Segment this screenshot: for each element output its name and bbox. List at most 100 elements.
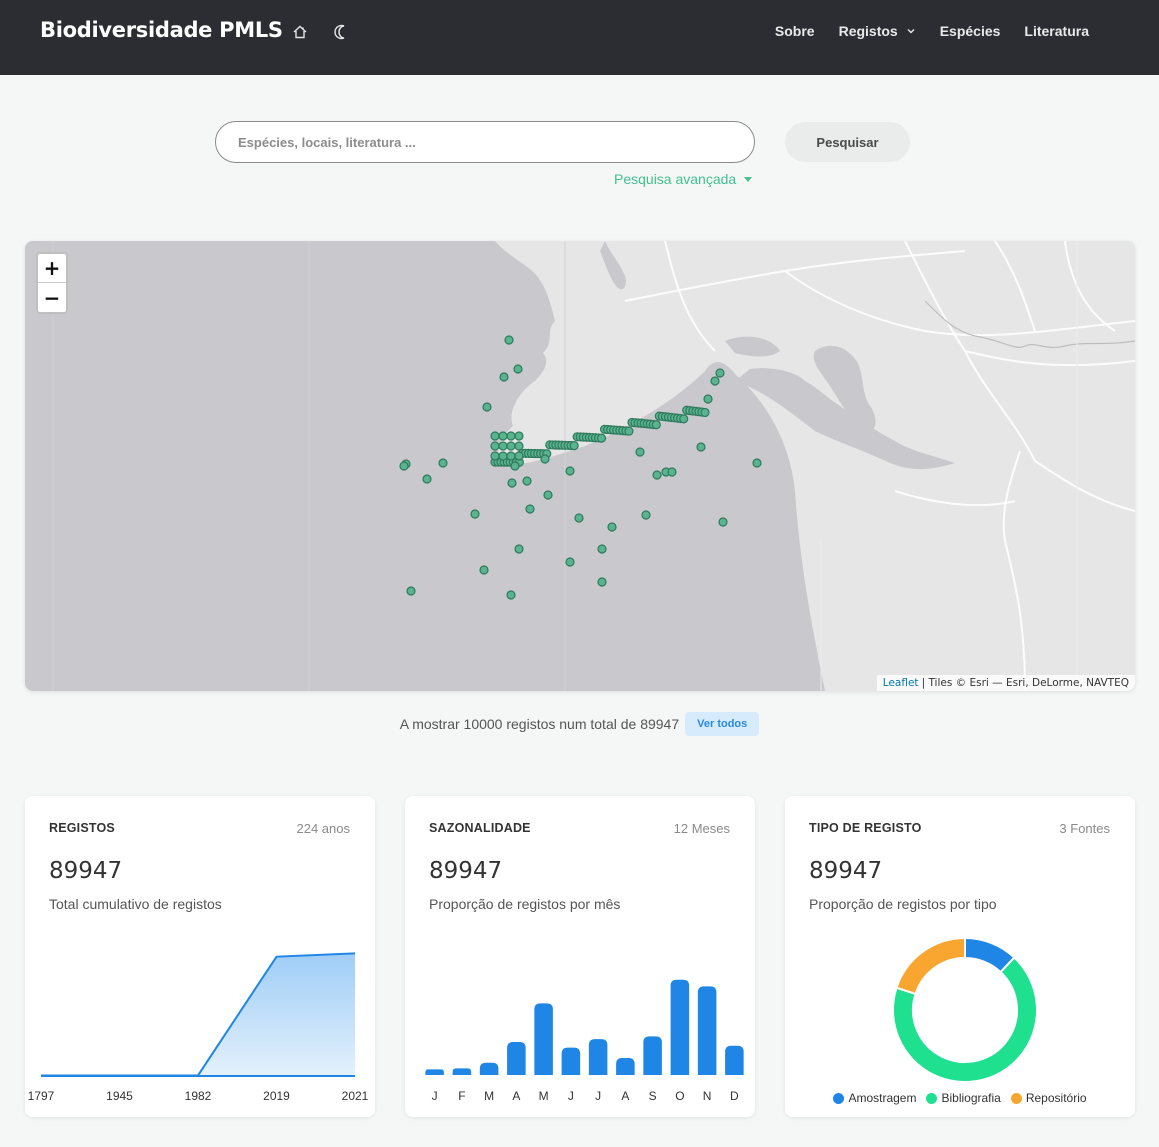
legend-item[interactable]: Bibliografia xyxy=(926,1091,1001,1105)
map-attribution: Leaflet | Tiles © Esri — Esri, DeLorme, … xyxy=(876,675,1135,691)
map-marker[interactable] xyxy=(574,513,584,523)
records-count-text: A mostrar 10000 registos num total de 89… xyxy=(399,716,680,732)
map[interactable]: + − Leaflet | Tiles © Esri — Esri, DeLor… xyxy=(25,241,1135,691)
view-all-button[interactable]: Ver todos xyxy=(685,712,760,736)
month-bar xyxy=(725,1045,744,1075)
legend-label: Amostragem xyxy=(848,1091,917,1105)
card-sazonalidade: SAZONALIDADE 12 Meses 89947 Proporção de… xyxy=(405,796,755,1117)
map-marker[interactable] xyxy=(506,590,516,600)
card-tipo-registo: TIPO DE REGISTO 3 Fontes 89947 Proporção… xyxy=(785,796,1135,1117)
donut-slice xyxy=(895,936,966,996)
nav-link-label: Literatura xyxy=(1024,23,1089,39)
map-marker[interactable] xyxy=(525,504,535,514)
nav-link-registos[interactable]: Registos xyxy=(839,23,916,39)
map-marker[interactable] xyxy=(498,431,508,441)
map-marker[interactable] xyxy=(514,431,524,441)
map-marker[interactable] xyxy=(406,586,416,596)
legend-item[interactable]: Repositório xyxy=(1010,1091,1087,1105)
month-bar xyxy=(561,1047,581,1075)
map-marker[interactable] xyxy=(718,517,728,527)
search-input[interactable] xyxy=(215,121,755,163)
map-marker[interactable] xyxy=(703,394,713,404)
map-marker[interactable] xyxy=(513,364,523,374)
map-marker[interactable] xyxy=(596,433,607,443)
map-marker[interactable] xyxy=(506,441,516,451)
map-marker[interactable] xyxy=(506,431,516,441)
map-marker[interactable] xyxy=(651,420,661,430)
cumulative-area-chart: 1797 1945 1982 2019 2021 xyxy=(28,952,369,1103)
map-marker[interactable] xyxy=(490,441,500,451)
month-bar xyxy=(507,1042,526,1075)
zoom-control: + − xyxy=(36,252,68,314)
map-marker[interactable] xyxy=(470,509,480,519)
map-marker[interactable] xyxy=(490,431,500,441)
map-marker[interactable] xyxy=(504,335,514,345)
map-marker[interactable] xyxy=(510,461,520,471)
map-marker[interactable] xyxy=(569,441,579,451)
map-marker[interactable] xyxy=(543,490,553,500)
map-marker[interactable] xyxy=(522,476,532,486)
map-marker[interactable] xyxy=(506,451,516,461)
x-tick-label: S xyxy=(649,1089,657,1103)
leaflet-link[interactable]: Leaflet xyxy=(883,677,919,689)
x-tick-label: N xyxy=(703,1089,712,1103)
map-marker[interactable] xyxy=(514,451,524,461)
caret-down-icon xyxy=(744,176,753,182)
x-tick-label: A xyxy=(512,1089,520,1103)
map-marker[interactable] xyxy=(514,544,524,554)
map-marker[interactable] xyxy=(540,454,550,464)
map-marker[interactable] xyxy=(710,376,720,386)
x-tick-label: 2021 xyxy=(342,1089,369,1103)
month-bar xyxy=(479,1062,499,1075)
map-marker[interactable] xyxy=(641,510,651,520)
map-marker[interactable] xyxy=(652,470,662,480)
nav-link-literatura[interactable]: Literatura xyxy=(1024,23,1089,39)
brand-title[interactable]: Biodiversidade PMLS xyxy=(40,18,283,42)
map-marker[interactable] xyxy=(696,442,706,452)
map-marker[interactable] xyxy=(752,458,762,468)
month-bar xyxy=(452,1068,472,1075)
map-marker[interactable] xyxy=(565,557,575,567)
x-tick-label: J xyxy=(568,1089,574,1103)
map-marker[interactable] xyxy=(479,565,489,575)
map-marker[interactable] xyxy=(399,461,409,471)
advanced-search-toggle[interactable]: Pesquisa avançada xyxy=(614,171,753,187)
nav-link-sobre[interactable]: Sobre xyxy=(775,23,815,39)
map-marker[interactable] xyxy=(514,441,524,451)
month-bar xyxy=(425,1069,444,1075)
monthly-bar-chart: JFMAMJJASOND xyxy=(425,979,744,1103)
map-marker[interactable] xyxy=(490,451,500,461)
map-marker[interactable] xyxy=(498,451,508,461)
search-button[interactable]: Pesquisar xyxy=(785,122,910,162)
moon-icon[interactable] xyxy=(332,22,352,42)
map-marker[interactable] xyxy=(597,577,607,587)
zoom-out-button[interactable]: − xyxy=(38,283,66,312)
map-marker[interactable] xyxy=(667,467,677,477)
map-marker[interactable] xyxy=(635,447,645,457)
type-donut-chart xyxy=(892,936,1038,1083)
advanced-search-label: Pesquisa avançada xyxy=(614,171,737,187)
map-marker[interactable] xyxy=(679,414,689,424)
legend-swatch xyxy=(1010,1092,1022,1104)
map-marker[interactable] xyxy=(700,407,710,418)
map-marker[interactable] xyxy=(482,402,492,412)
navbar: Biodiversidade PMLS Sobre Registos Espéc… xyxy=(0,0,1159,75)
legend-item[interactable]: Amostragem xyxy=(833,1091,916,1105)
map-marker[interactable] xyxy=(438,458,448,468)
map-marker[interactable] xyxy=(624,426,634,436)
map-marker[interactable] xyxy=(507,478,517,488)
nav-link-label: Registos xyxy=(838,23,898,39)
month-bar xyxy=(643,1036,662,1075)
month-bar xyxy=(670,979,690,1075)
map-marker[interactable] xyxy=(499,372,509,382)
x-tick-label: O xyxy=(675,1089,684,1103)
map-marker[interactable] xyxy=(715,368,725,378)
map-marker[interactable] xyxy=(498,441,508,451)
nav-link-especies[interactable]: Espécies xyxy=(940,23,1001,39)
zoom-in-button[interactable]: + xyxy=(38,254,66,283)
map-marker[interactable] xyxy=(607,522,617,532)
map-marker[interactable] xyxy=(565,466,575,476)
map-marker[interactable] xyxy=(422,474,432,484)
map-marker[interactable] xyxy=(597,544,607,554)
home-icon[interactable] xyxy=(290,22,310,42)
